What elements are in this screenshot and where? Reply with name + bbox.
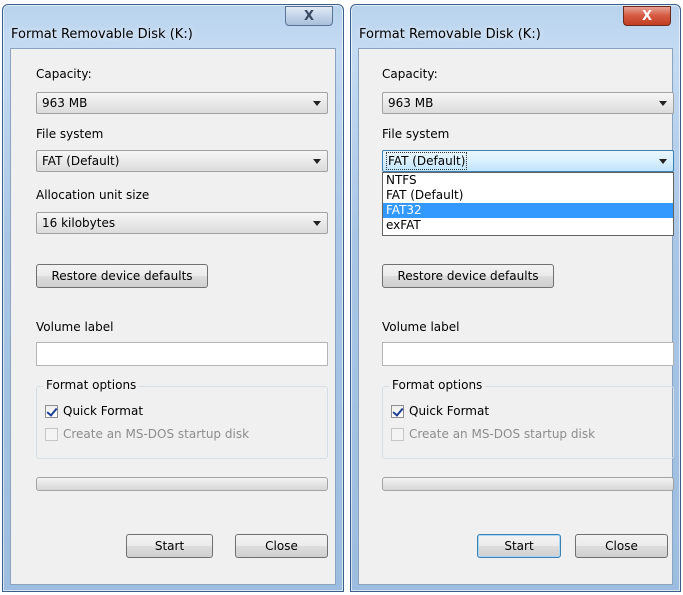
- title-bar[interactable]: Format Removable Disk (K:) X: [351, 5, 680, 42]
- dialog-body: Capacity: 963 MB File system FAT (Defaul…: [358, 48, 674, 585]
- allocation-unit-label: Allocation unit size: [36, 188, 150, 202]
- window-close-button[interactable]: X: [623, 6, 671, 26]
- quick-format-label: Quick Format: [63, 404, 144, 418]
- volume-label-caption: Volume label: [36, 320, 114, 334]
- format-options-label: Format options: [43, 378, 140, 392]
- chevron-down-icon: [313, 101, 321, 106]
- msdos-startup-checkbox: Create an MS-DOS startup disk: [45, 427, 249, 441]
- capacity-combo[interactable]: 963 MB: [36, 92, 328, 114]
- checkbox-unchecked-icon: [45, 427, 58, 441]
- capacity-label: Capacity:: [382, 67, 438, 81]
- quick-format-checkbox[interactable]: Quick Format: [391, 404, 489, 418]
- format-options-group: Format options Quick Format Create an MS…: [36, 378, 328, 459]
- file-system-label: File system: [36, 127, 104, 141]
- file-system-label: File system: [382, 127, 450, 141]
- capacity-label: Capacity:: [36, 67, 92, 81]
- msdos-startup-checkbox: Create an MS-DOS startup disk: [391, 427, 595, 441]
- file-system-combo[interactable]: FAT (Default): [382, 150, 674, 172]
- format-progress-bar: [382, 477, 674, 491]
- restore-defaults-button[interactable]: Restore device defaults: [382, 264, 554, 288]
- format-dialog-right: Format Removable Disk (K:) X Capacity: 9…: [350, 4, 681, 592]
- chevron-down-icon: [313, 221, 321, 226]
- dialog-body: Capacity: 963 MB File system FAT (Defaul…: [10, 48, 336, 585]
- file-system-value: FAT (Default): [385, 152, 468, 170]
- volume-label-input[interactable]: [382, 342, 674, 366]
- start-button[interactable]: Start: [126, 534, 213, 558]
- allocation-unit-combo[interactable]: 16 kilobytes: [36, 212, 328, 234]
- checkbox-checked-icon: [45, 404, 58, 418]
- checkbox-checked-icon: [391, 404, 404, 418]
- dropdown-option[interactable]: NTFS: [383, 173, 673, 188]
- volume-label-caption: Volume label: [382, 320, 460, 334]
- close-icon: X: [641, 8, 653, 24]
- msdos-startup-label: Create an MS-DOS startup disk: [63, 427, 250, 441]
- format-options-label: Format options: [389, 378, 486, 392]
- file-system-value: FAT (Default): [42, 154, 120, 168]
- dropdown-option[interactable]: FAT (Default): [383, 188, 673, 203]
- window-title: Format Removable Disk (K:): [11, 27, 193, 42]
- window-title: Format Removable Disk (K:): [359, 27, 541, 42]
- chevron-down-icon: [659, 159, 667, 164]
- dropdown-option-highlighted[interactable]: FAT32: [383, 203, 673, 218]
- dropdown-option[interactable]: exFAT: [383, 218, 673, 233]
- msdos-startup-label: Create an MS-DOS startup disk: [409, 427, 596, 441]
- chevron-down-icon: [313, 159, 321, 164]
- capacity-value: 963 MB: [42, 96, 88, 110]
- format-dialog-left: Format Removable Disk (K:) X Capacity: 9…: [2, 4, 344, 592]
- title-bar[interactable]: Format Removable Disk (K:) X: [3, 5, 343, 42]
- file-system-dropdown-list: NTFS FAT (Default) FAT32 exFAT: [382, 172, 674, 236]
- close-button[interactable]: Close: [575, 534, 668, 558]
- allocation-unit-value: 16 kilobytes: [42, 216, 116, 230]
- format-progress-bar: [36, 477, 328, 491]
- window-close-button[interactable]: X: [285, 6, 333, 26]
- chevron-down-icon: [659, 101, 667, 106]
- quick-format-label: Quick Format: [409, 404, 490, 418]
- capacity-combo[interactable]: 963 MB: [382, 92, 674, 114]
- start-button[interactable]: Start: [477, 534, 561, 558]
- close-button[interactable]: Close: [235, 534, 328, 558]
- quick-format-checkbox[interactable]: Quick Format: [45, 404, 143, 418]
- format-options-group: Format options Quick Format Create an MS…: [382, 378, 674, 459]
- checkbox-unchecked-icon: [391, 427, 404, 441]
- capacity-value: 963 MB: [388, 96, 434, 110]
- restore-defaults-button[interactable]: Restore device defaults: [36, 264, 208, 288]
- file-system-combo[interactable]: FAT (Default): [36, 150, 328, 172]
- close-icon: X: [303, 8, 315, 24]
- volume-label-input[interactable]: [36, 342, 328, 366]
